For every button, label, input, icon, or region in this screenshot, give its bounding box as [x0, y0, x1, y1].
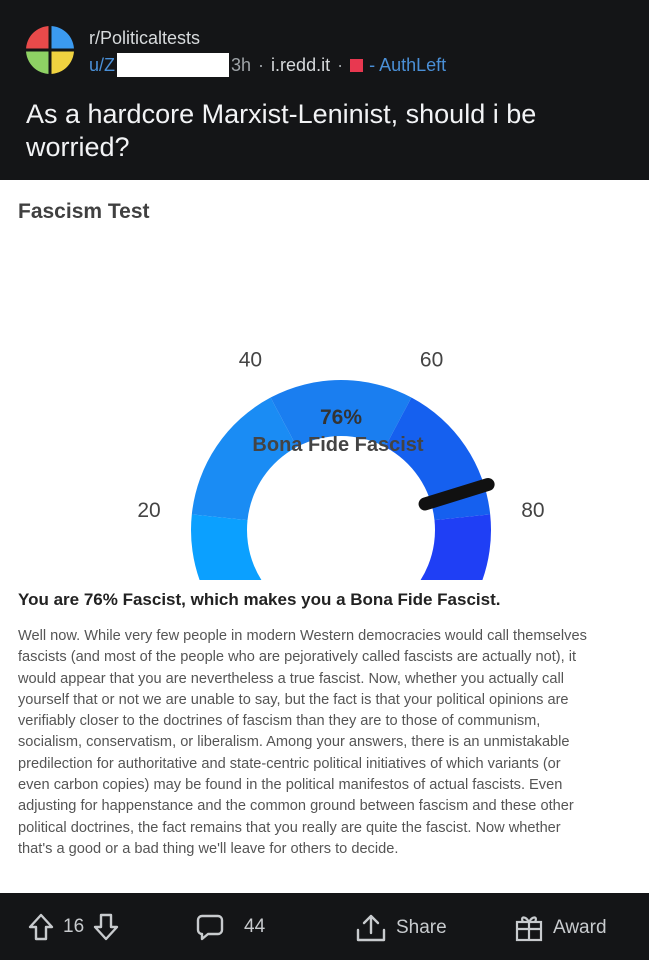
comments-button[interactable]: 44: [196, 913, 265, 941]
author-link[interactable]: u/Z: [89, 55, 115, 76]
user-flair: - AuthLeft: [369, 54, 447, 75]
post-meta: u/Z 3h · i.redd.it · - AuthLeft: [89, 53, 446, 77]
meta-separator: ·: [337, 54, 344, 75]
award-button[interactable]: Award: [514, 913, 607, 943]
post-header: r/Politicaltests u/Z 3h · i.redd.it · - …: [0, 0, 649, 180]
vote-score: 16: [63, 916, 85, 937]
comment-count: 44: [244, 916, 266, 937]
gauge-tick-label: 40: [239, 349, 262, 372]
award-icon: [515, 916, 543, 942]
subreddit-icon[interactable]: [26, 26, 74, 74]
fascism-gauge: 020406080100 76% Bona Fide Fascist: [137, 349, 545, 580]
gauge-tick-label: 20: [137, 499, 160, 522]
post-age: 3h: [231, 54, 252, 75]
redaction-box: [117, 53, 230, 77]
gauge-tick-label: 60: [420, 349, 443, 372]
gauge-segment-80-100: [420, 514, 491, 580]
share-button[interactable]: Share: [355, 913, 447, 943]
gauge-tick-label: 80: [521, 499, 544, 522]
flair-icon: [350, 58, 364, 72]
post-title[interactable]: As a hardcore Marxist-Leninist, should i…: [26, 98, 626, 164]
gauge-percent: 76%: [320, 406, 362, 429]
post-image[interactable]: Fascism Test 020406080100 76% Bona Fide …: [0, 180, 649, 893]
post-domain[interactable]: i.redd.it: [271, 55, 330, 76]
downvote-icon[interactable]: [93, 913, 119, 941]
action-bar: 16 44 Share Award: [0, 893, 649, 960]
gauge-segment-0-20: [191, 514, 262, 580]
gauge-category: Bona Fide Fascist: [252, 434, 423, 456]
result-description: Well now. While very few people in moder…: [18, 628, 587, 857]
upvote-icon[interactable]: [28, 913, 54, 941]
share-icon: [356, 914, 386, 942]
award-label: Award: [553, 917, 607, 938]
meta-separator: ·: [258, 54, 265, 75]
comment-icon: [196, 914, 224, 941]
result-verdict: You are 76% Fascist, which makes you a B…: [18, 590, 501, 609]
vote-group: 16: [28, 913, 119, 941]
share-label: Share: [396, 917, 447, 938]
subreddit-name[interactable]: r/Politicaltests: [89, 28, 200, 49]
